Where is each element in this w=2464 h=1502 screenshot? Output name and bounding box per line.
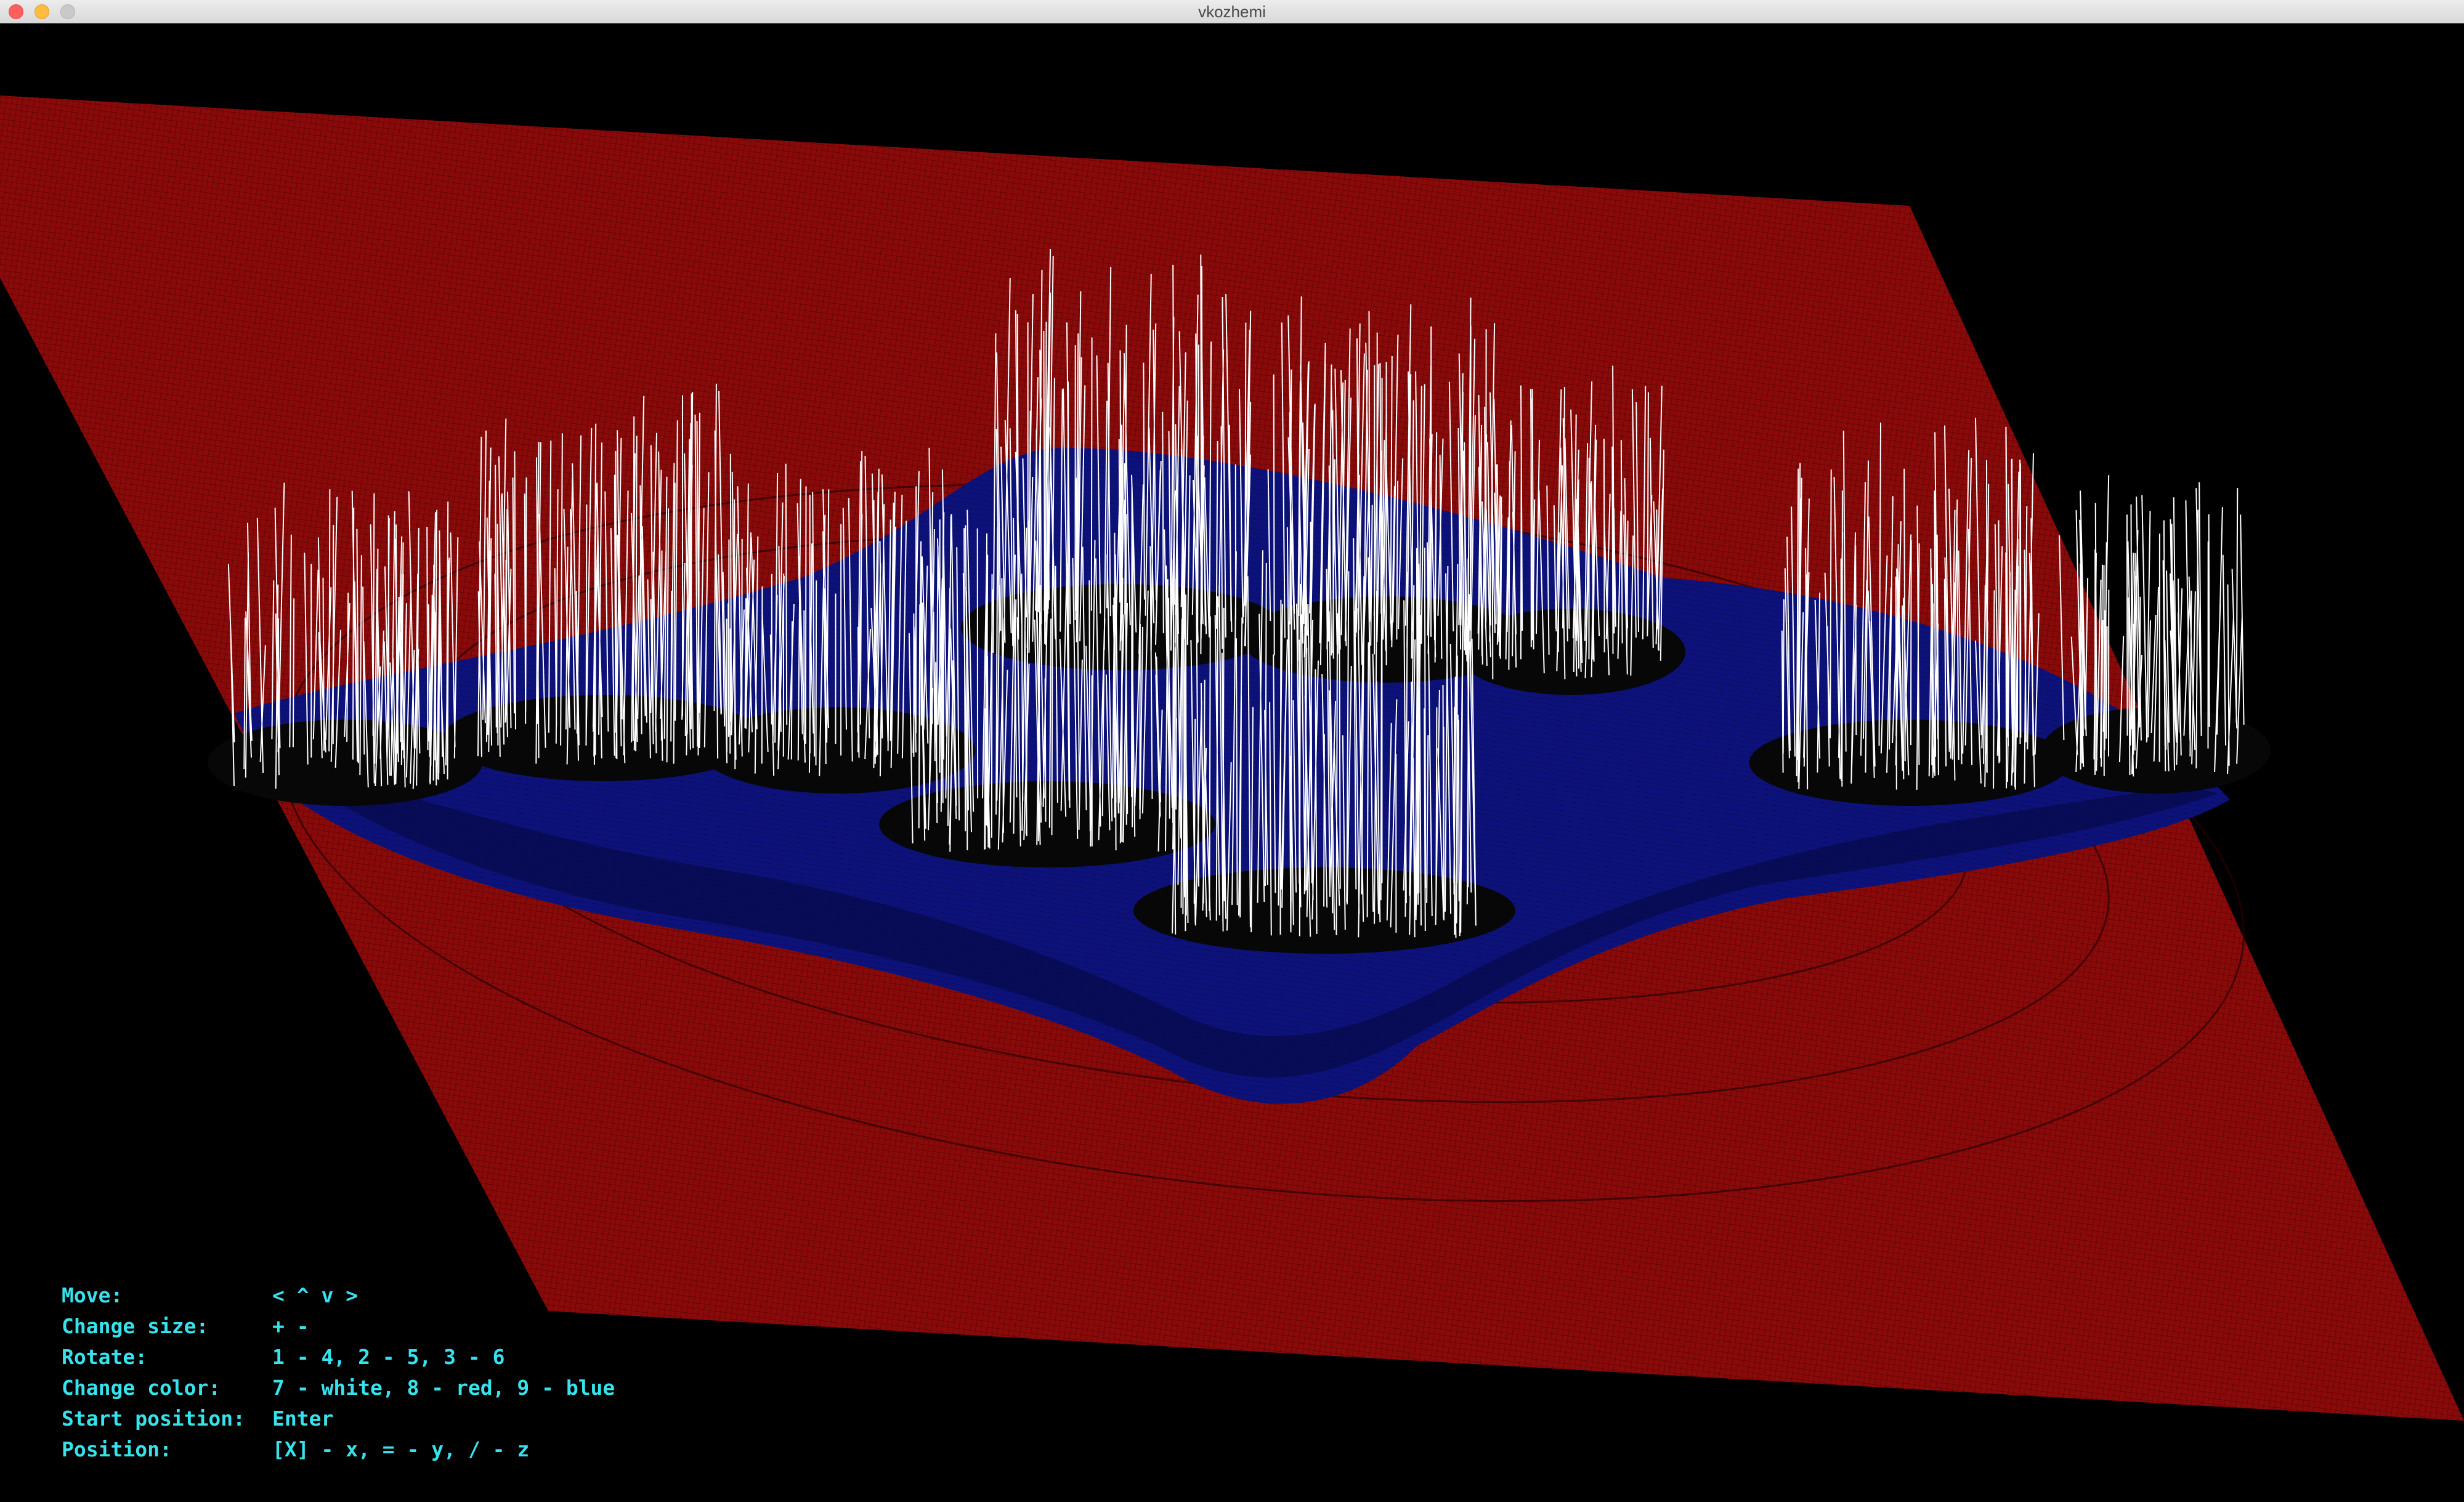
help-label: Rotate: bbox=[62, 1345, 148, 1369]
help-value: + - bbox=[272, 1314, 309, 1338]
help-label: Position: bbox=[62, 1437, 172, 1461]
help-value: 1 - 4, 2 - 5, 3 - 6 bbox=[272, 1345, 505, 1369]
help-row-change-size: Change size: + - bbox=[62, 1311, 615, 1342]
window-title: vkozhemi bbox=[1198, 2, 1266, 21]
help-value: 7 - white, 8 - red, 9 - blue bbox=[272, 1376, 615, 1400]
title-bar: vkozhemi bbox=[0, 0, 2464, 23]
help-row-position: Position: [X] - x, = - y, / - z bbox=[62, 1434, 615, 1465]
app-window: vkozhemi Move: < ^ v > Change size: + - … bbox=[0, 0, 2464, 1502]
help-label: Move: bbox=[62, 1283, 123, 1307]
help-row-change-color: Change color: 7 - white, 8 - red, 9 - blu… bbox=[62, 1373, 615, 1403]
help-label: Change size: bbox=[62, 1314, 209, 1338]
controls-help: Move: < ^ v > Change size: + - Rotate: 1 - … bbox=[62, 1280, 615, 1465]
help-value: Enter bbox=[272, 1407, 334, 1431]
help-row-rotate: Rotate: 1 - 4, 2 - 5, 3 - 6 bbox=[62, 1342, 615, 1373]
help-row-move: Move: < ^ v > bbox=[62, 1280, 615, 1311]
help-row-start-position: Start position: Enter bbox=[62, 1403, 615, 1434]
help-value: < ^ v > bbox=[272, 1283, 359, 1307]
help-label: Change color: bbox=[62, 1376, 221, 1400]
help-label: Start position: bbox=[62, 1407, 246, 1431]
render-viewport[interactable]: Move: < ^ v > Change size: + - Rotate: 1 - … bbox=[0, 23, 2464, 1502]
help-value: [X] - x, = - y, / - z bbox=[272, 1437, 530, 1461]
